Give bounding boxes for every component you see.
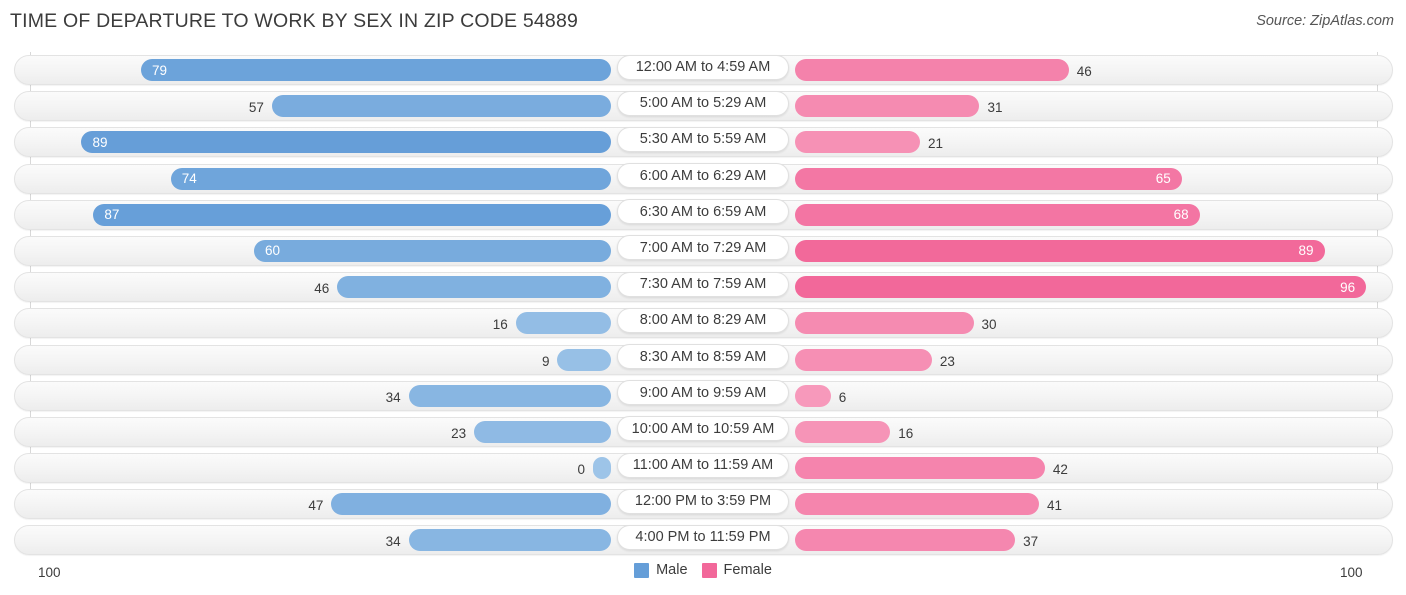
chart-row: 9 23 8:30 AM to 8:59 AM: [0, 342, 1406, 378]
bar-female[interactable]: [795, 420, 891, 443]
category-label: 8:00 AM to 8:29 AM: [617, 307, 789, 333]
bar-male-value: 46: [314, 281, 330, 297]
legend-swatch-icon: [701, 562, 717, 578]
chart-row: 34 37 4:00 PM to 11:59 PM: [0, 522, 1406, 558]
bar-male-value: 0: [577, 462, 585, 478]
chart-row: 34 6 9:00 AM to 9:59 AM: [0, 378, 1406, 414]
bar-male[interactable]: [515, 312, 611, 335]
bar-female-value: 68: [1173, 207, 1189, 223]
bar-male[interactable]: 74: [170, 167, 611, 190]
bar-female-value: 46: [1076, 64, 1092, 79]
category-label: 5:30 AM to 5:59 AM: [617, 126, 789, 152]
legend-item[interactable]: Female: [701, 562, 772, 578]
bar-female-value: 31: [987, 100, 1003, 116]
chart-row: 16 30 8:00 AM to 8:29 AM: [0, 305, 1406, 341]
legend-label: Male: [656, 562, 688, 578]
category-label: 6:00 AM to 6:29 AM: [617, 163, 789, 189]
bar-male[interactable]: [271, 95, 611, 118]
chart-row: 74 65 6:00 AM to 6:29 AM: [0, 161, 1406, 197]
chart-row: 87 68 6:30 AM to 6:59 AM: [0, 197, 1406, 233]
bar-male[interactable]: 60: [254, 239, 611, 262]
category-label: 7:30 AM to 7:59 AM: [617, 271, 789, 297]
chart-plot-area: 79 46 12:00 AM to 4:59 AM 57 31 5:00 AM to 5:…: [0, 52, 1406, 580]
bar-male[interactable]: [593, 457, 611, 480]
bar-female[interactable]: 96: [795, 276, 1367, 299]
bar-female-value: 6: [838, 389, 847, 405]
bar-male-value: 16: [492, 317, 508, 333]
bar-female[interactable]: [795, 312, 974, 335]
bar-male-value: 9: [541, 353, 550, 369]
chart-row: 60 89 7:00 AM to 7:29 AM: [0, 233, 1406, 269]
bar-female[interactable]: [795, 348, 932, 371]
category-label: 11:00 AM to 11:59 AM: [617, 452, 789, 478]
chart-legend: Male Female: [0, 562, 1406, 578]
bar-female-value: 30: [981, 317, 997, 333]
bar-female[interactable]: [795, 95, 980, 118]
legend-label: Female: [723, 562, 772, 578]
bar-male-value: 79: [151, 62, 167, 78]
bar-female-value: 23: [939, 353, 955, 369]
chart-row: 0 42 11:00 AM to 11:59 AM: [0, 450, 1406, 486]
bar-male-value: 89: [92, 134, 108, 150]
bar-male[interactable]: [408, 529, 611, 552]
category-label: 12:00 PM to 3:59 PM: [617, 488, 789, 514]
chart-rows: 79 46 12:00 AM to 4:59 AM 57 31 5:00 AM to 5:…: [0, 52, 1406, 559]
chart-row: 57 31 5:00 AM to 5:29 AM: [0, 88, 1406, 124]
bar-male[interactable]: [337, 276, 611, 299]
bar-female-value: 16: [898, 425, 914, 441]
bar-male-value: 60: [265, 243, 281, 259]
category-label: 4:00 PM to 11:59 PM: [617, 524, 789, 550]
chart-row: 23 16 10:00 AM to 10:59 AM: [0, 414, 1406, 450]
bar-female-value: 89: [1298, 243, 1314, 259]
bar-male[interactable]: 89: [81, 131, 611, 154]
bar-male[interactable]: 79: [140, 59, 611, 81]
category-label: 6:30 AM to 6:59 AM: [617, 199, 789, 225]
category-label: 12:00 AM to 4:59 AM: [617, 54, 789, 80]
chart-page: TIME OF DEPARTURE TO WORK BY SEX IN ZIP …: [0, 0, 1406, 595]
bar-female[interactable]: [795, 493, 1039, 516]
bar-female-value: 96: [1340, 279, 1356, 295]
source-attribution: Source: ZipAtlas.com: [1256, 13, 1394, 29]
bar-male-value: 87: [104, 207, 120, 223]
bar-female[interactable]: 89: [795, 239, 1325, 262]
bar-female-value: 42: [1052, 462, 1068, 478]
bar-female[interactable]: [795, 457, 1045, 480]
category-label: 10:00 AM to 10:59 AM: [617, 416, 789, 442]
bar-female-value: 41: [1046, 498, 1062, 514]
chart-row: 89 21 5:30 AM to 5:59 AM: [0, 124, 1406, 160]
bar-male[interactable]: 87: [93, 203, 611, 226]
bar-female[interactable]: 68: [795, 203, 1200, 226]
bar-female[interactable]: [795, 529, 1016, 552]
bar-male[interactable]: [557, 348, 611, 371]
bar-male-value: 74: [181, 171, 197, 187]
category-label: 5:00 AM to 5:29 AM: [617, 90, 789, 116]
chart-row: 79 46 12:00 AM to 4:59 AM: [0, 52, 1406, 88]
chart-row: 47 41 12:00 PM to 3:59 PM: [0, 486, 1406, 522]
bar-male-value: 34: [385, 389, 401, 405]
bar-male-value: 47: [308, 498, 324, 514]
category-label: 8:30 AM to 8:59 AM: [617, 344, 789, 369]
bar-male[interactable]: [331, 493, 611, 516]
bar-male-value: 34: [385, 534, 401, 550]
bar-male-value: 23: [451, 425, 467, 441]
bar-female[interactable]: [795, 384, 831, 407]
legend-item[interactable]: Male: [634, 562, 688, 578]
category-label: 9:00 AM to 9:59 AM: [617, 380, 789, 406]
bar-female[interactable]: [795, 59, 1069, 81]
page-title: TIME OF DEPARTURE TO WORK BY SEX IN ZIP …: [10, 10, 579, 32]
bar-female[interactable]: 65: [795, 167, 1182, 190]
bar-female-value: 37: [1023, 534, 1039, 550]
category-label: 7:00 AM to 7:29 AM: [617, 235, 789, 261]
bar-male[interactable]: [474, 420, 611, 443]
bar-male[interactable]: [408, 384, 611, 407]
chart-row: 46 96 7:30 AM to 7:59 AM: [0, 269, 1406, 305]
bar-female-value: 21: [927, 136, 943, 152]
bar-female[interactable]: [795, 131, 920, 154]
bar-female-value: 65: [1155, 171, 1171, 187]
bar-male-value: 57: [248, 100, 264, 116]
legend-swatch-icon: [634, 562, 650, 578]
